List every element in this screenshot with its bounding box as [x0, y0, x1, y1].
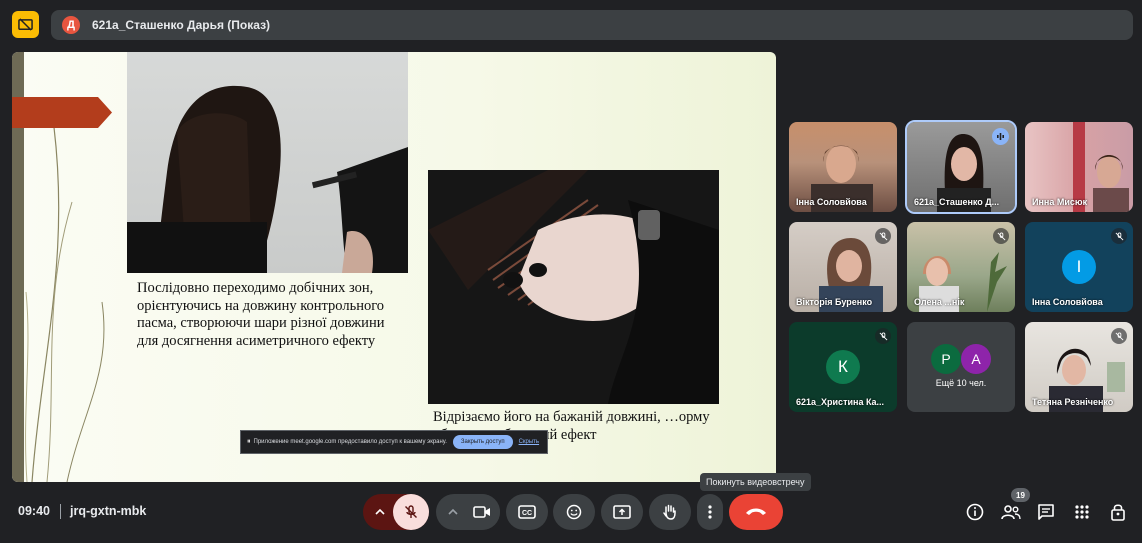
participant-name: Тетяна Резніченко — [1032, 397, 1114, 407]
chat-button[interactable] — [1036, 502, 1056, 522]
participant-tile[interactable]: Вікторія Буренко — [789, 222, 897, 312]
more-participants-label: Ещё 10 чел. — [935, 378, 987, 388]
closed-captions-icon: CC — [518, 505, 536, 519]
presentation-stage: Послідовно переходимо добічних зон, оріє… — [12, 52, 776, 482]
presenter-bar[interactable]: Д 621а_Сташенко Дарья (Показ) — [51, 10, 1133, 40]
mic-off-icon — [1111, 228, 1127, 244]
participant-avatar: Р — [931, 344, 961, 374]
haircut-photo-2 — [428, 170, 719, 404]
microphone-toggle-button[interactable] — [393, 494, 429, 530]
chevron-up-icon[interactable] — [373, 505, 387, 519]
stop-sharing-button[interactable]: Закрыть доступ — [452, 435, 513, 449]
clock: 09:40 — [18, 504, 50, 518]
slide-text-left: Послідовно переходимо добічних зон, оріє… — [137, 280, 385, 349]
mic-off-icon — [1111, 328, 1127, 344]
participant-tile[interactable]: Тетяна Резніченко — [1025, 322, 1133, 412]
people-button[interactable] — [1001, 502, 1021, 522]
slide-arrow-tab — [12, 97, 112, 128]
bottom-bar-divider — [60, 504, 61, 519]
participant-tile[interactable]: Олена ...нік — [907, 222, 1015, 312]
lock-person-icon — [1111, 504, 1125, 521]
participant-name: Вікторія Буренко — [796, 297, 873, 307]
meet-window: Д 621а_Сташенко Дарья (Показ) Послідовно… — [0, 0, 1142, 543]
meeting-details-button[interactable] — [965, 502, 985, 522]
chevron-up-icon[interactable] — [446, 505, 460, 519]
presenter-label: 621а_Сташенко Дарья (Показ) — [92, 18, 271, 32]
mic-off-icon — [875, 328, 891, 344]
activities-button[interactable] — [1072, 502, 1092, 522]
participant-count-badge: 19 — [1011, 488, 1030, 502]
participant-name: Інна Соловйова — [796, 197, 867, 207]
camera-control[interactable] — [436, 494, 500, 530]
captions-button[interactable]: CC — [506, 494, 548, 530]
participant-avatar: К — [826, 350, 860, 384]
presentation-indicator-icon[interactable] — [12, 11, 39, 38]
participant-tile[interactable]: 621а_Сташенко Д... — [905, 120, 1017, 214]
share-message: Приложение meet.google.com предоставило … — [253, 439, 447, 445]
people-icon — [1001, 505, 1021, 520]
presenter-avatar: Д — [62, 16, 80, 34]
camera-toggle-button[interactable] — [464, 494, 500, 530]
raise-hand-icon — [663, 504, 676, 520]
more-options-button[interactable] — [697, 494, 723, 530]
chat-icon — [1038, 504, 1054, 520]
screen-share-banner: ⏸ Приложение meet.google.com предоставил… — [240, 430, 548, 454]
reactions-button[interactable] — [553, 494, 595, 530]
participant-name: Олена ...нік — [914, 297, 965, 307]
raise-hand-button[interactable] — [649, 494, 691, 530]
participant-avatar: А — [961, 344, 991, 374]
present-screen-button[interactable] — [601, 494, 643, 530]
speaking-indicator-icon — [992, 128, 1009, 145]
more-participants-tile[interactable]: Р А Ещё 10 чел. — [907, 322, 1015, 412]
mic-off-icon — [405, 505, 417, 518]
participant-tile[interactable]: Инна Мисюк — [1025, 122, 1133, 212]
participant-tile[interactable]: Інна Соловйова — [789, 122, 897, 212]
leave-call-button[interactable] — [729, 494, 783, 530]
mic-off-icon — [993, 228, 1009, 244]
host-controls-button[interactable] — [1108, 502, 1128, 522]
pause-icon: ⏸ — [247, 438, 251, 445]
mic-off-icon — [875, 228, 891, 244]
video-camera-icon — [473, 506, 490, 518]
hang-up-icon — [746, 508, 766, 515]
participant-tile[interactable]: І Інна Соловйова — [1025, 222, 1133, 312]
participant-name: 621а_Сташенко Д... — [914, 197, 1000, 207]
emoji-icon — [566, 504, 582, 520]
haircut-photo-1 — [127, 52, 408, 273]
participant-tile[interactable]: К 621а_Христина Ка... — [789, 322, 897, 412]
participant-name: 621а_Христина Ка... — [796, 397, 885, 407]
participant-name: Инна Мисюк — [1032, 197, 1088, 207]
meeting-code: jrq-gxtn-mbk — [70, 504, 147, 518]
info-icon — [966, 503, 984, 521]
leave-call-tooltip: Покинуть видеовстречу — [700, 473, 811, 491]
participant-name: Інна Соловйова — [1032, 297, 1103, 307]
svg-text:CC: CC — [522, 510, 532, 517]
hide-banner-link[interactable]: Скрыть — [519, 439, 539, 445]
microphone-control[interactable] — [363, 494, 429, 530]
participant-avatar: І — [1062, 250, 1096, 284]
more-vert-icon — [708, 505, 712, 519]
apps-grid-icon — [1075, 505, 1089, 519]
present-screen-icon — [613, 504, 631, 519]
